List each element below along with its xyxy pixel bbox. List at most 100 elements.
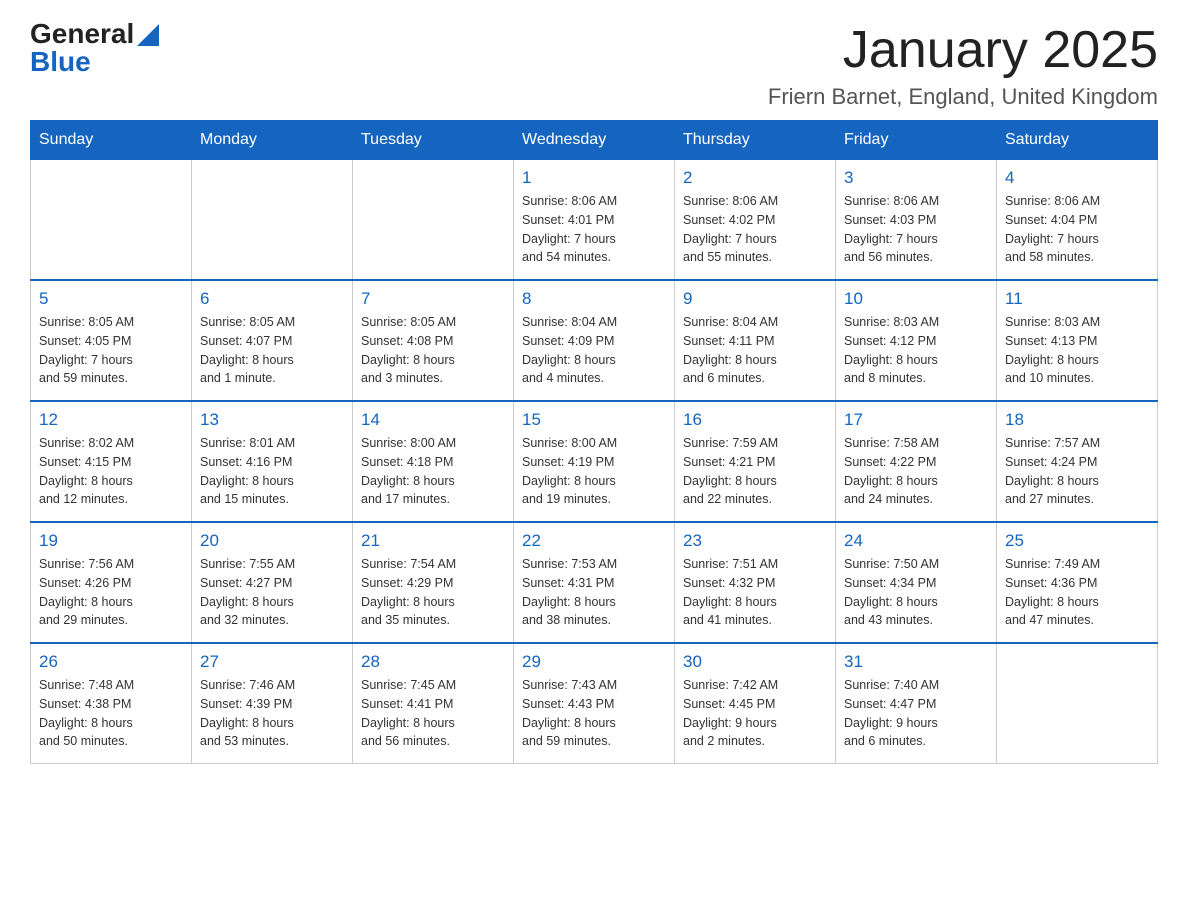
calendar-cell: 20 Sunrise: 7:55 AMSunset: 4:27 PMDayligh… xyxy=(192,522,353,643)
day-info: Sunrise: 7:56 AMSunset: 4:26 PMDaylight:… xyxy=(39,555,183,630)
day-number: 21 xyxy=(361,531,505,551)
calendar-cell: 25 Sunrise: 7:49 AMSunset: 4:36 PMDayligh… xyxy=(997,522,1158,643)
calendar-cell: 4 Sunrise: 8:06 AMSunset: 4:04 PMDaylight… xyxy=(997,160,1158,281)
calendar-cell xyxy=(997,643,1158,764)
day-number: 14 xyxy=(361,410,505,430)
day-info: Sunrise: 7:57 AMSunset: 4:24 PMDaylight:… xyxy=(1005,434,1149,509)
day-info: Sunrise: 7:54 AMSunset: 4:29 PMDaylight:… xyxy=(361,555,505,630)
day-info: Sunrise: 7:50 AMSunset: 4:34 PMDaylight:… xyxy=(844,555,988,630)
header-monday: Monday xyxy=(192,121,353,160)
calendar-week-row: 19 Sunrise: 7:56 AMSunset: 4:26 PMDayligh… xyxy=(31,522,1158,643)
day-info: Sunrise: 7:53 AMSunset: 4:31 PMDaylight:… xyxy=(522,555,666,630)
calendar-cell: 19 Sunrise: 7:56 AMSunset: 4:26 PMDayligh… xyxy=(31,522,192,643)
calendar-week-row: 5 Sunrise: 8:05 AMSunset: 4:05 PMDaylight… xyxy=(31,280,1158,401)
calendar-cell xyxy=(353,160,514,281)
logo-general-text: General xyxy=(30,20,134,48)
calendar-cell: 18 Sunrise: 7:57 AMSunset: 4:24 PMDayligh… xyxy=(997,401,1158,522)
day-info: Sunrise: 8:03 AMSunset: 4:13 PMDaylight:… xyxy=(1005,313,1149,388)
day-number: 2 xyxy=(683,168,827,188)
header-thursday: Thursday xyxy=(675,121,836,160)
calendar-cell: 28 Sunrise: 7:45 AMSunset: 4:41 PMDayligh… xyxy=(353,643,514,764)
day-info: Sunrise: 7:49 AMSunset: 4:36 PMDaylight:… xyxy=(1005,555,1149,630)
day-number: 7 xyxy=(361,289,505,309)
day-number: 6 xyxy=(200,289,344,309)
calendar-cell xyxy=(31,160,192,281)
day-number: 3 xyxy=(844,168,988,188)
calendar-cell xyxy=(192,160,353,281)
logo: General Blue xyxy=(30,20,159,76)
header-friday: Friday xyxy=(836,121,997,160)
day-number: 16 xyxy=(683,410,827,430)
calendar-cell: 3 Sunrise: 8:06 AMSunset: 4:03 PMDaylight… xyxy=(836,160,997,281)
day-number: 11 xyxy=(1005,289,1149,309)
calendar-week-row: 26 Sunrise: 7:48 AMSunset: 4:38 PMDayligh… xyxy=(31,643,1158,764)
day-number: 1 xyxy=(522,168,666,188)
day-number: 31 xyxy=(844,652,988,672)
day-info: Sunrise: 7:51 AMSunset: 4:32 PMDaylight:… xyxy=(683,555,827,630)
calendar-cell: 9Sunrise: 8:04 AMSunset: 4:11 PMDaylight… xyxy=(675,280,836,401)
day-info: Sunrise: 7:45 AMSunset: 4:41 PMDaylight:… xyxy=(361,676,505,751)
header-sunday: Sunday xyxy=(31,121,192,160)
day-number: 18 xyxy=(1005,410,1149,430)
day-info: Sunrise: 8:03 AMSunset: 4:12 PMDaylight:… xyxy=(844,313,988,388)
day-number: 17 xyxy=(844,410,988,430)
calendar-location: Friern Barnet, England, United Kingdom xyxy=(768,84,1158,110)
calendar-cell: 31 Sunrise: 7:40 AMSunset: 4:47 PMDayligh… xyxy=(836,643,997,764)
calendar-cell: 30 Sunrise: 7:42 AMSunset: 4:45 PMDayligh… xyxy=(675,643,836,764)
title-area: January 2025 Friern Barnet, England, Uni… xyxy=(768,20,1158,110)
day-info: Sunrise: 8:06 AMSunset: 4:04 PMDaylight:… xyxy=(1005,192,1149,267)
day-number: 12 xyxy=(39,410,183,430)
day-number: 23 xyxy=(683,531,827,551)
logo-triangle-icon xyxy=(137,24,159,46)
day-number: 27 xyxy=(200,652,344,672)
day-info: Sunrise: 8:06 AMSunset: 4:03 PMDaylight:… xyxy=(844,192,988,267)
day-number: 5 xyxy=(39,289,183,309)
calendar-cell: 10Sunrise: 8:03 AMSunset: 4:12 PMDayligh… xyxy=(836,280,997,401)
day-number: 15 xyxy=(522,410,666,430)
calendar-cell: 13Sunrise: 8:01 AMSunset: 4:16 PMDayligh… xyxy=(192,401,353,522)
day-info: Sunrise: 8:05 AMSunset: 4:05 PMDaylight:… xyxy=(39,313,183,388)
header-tuesday: Tuesday xyxy=(353,121,514,160)
day-info: Sunrise: 7:48 AMSunset: 4:38 PMDaylight:… xyxy=(39,676,183,751)
day-number: 26 xyxy=(39,652,183,672)
calendar-cell: 27 Sunrise: 7:46 AMSunset: 4:39 PMDayligh… xyxy=(192,643,353,764)
day-number: 29 xyxy=(522,652,666,672)
header-saturday: Saturday xyxy=(997,121,1158,160)
day-info: Sunrise: 8:05 AMSunset: 4:08 PMDaylight:… xyxy=(361,313,505,388)
header: General Blue January 2025 Friern Barnet,… xyxy=(30,20,1158,110)
day-number: 22 xyxy=(522,531,666,551)
calendar-cell: 5 Sunrise: 8:05 AMSunset: 4:05 PMDaylight… xyxy=(31,280,192,401)
calendar-cell: 2 Sunrise: 8:06 AMSunset: 4:02 PMDaylight… xyxy=(675,160,836,281)
day-number: 19 xyxy=(39,531,183,551)
calendar-cell: 17Sunrise: 7:58 AMSunset: 4:22 PMDayligh… xyxy=(836,401,997,522)
day-info: Sunrise: 7:40 AMSunset: 4:47 PMDaylight:… xyxy=(844,676,988,751)
day-info: Sunrise: 8:00 AMSunset: 4:18 PMDaylight:… xyxy=(361,434,505,509)
day-info: Sunrise: 8:02 AMSunset: 4:15 PMDaylight:… xyxy=(39,434,183,509)
calendar-cell: 23 Sunrise: 7:51 AMSunset: 4:32 PMDayligh… xyxy=(675,522,836,643)
day-number: 4 xyxy=(1005,168,1149,188)
day-info: Sunrise: 7:59 AMSunset: 4:21 PMDaylight:… xyxy=(683,434,827,509)
day-number: 13 xyxy=(200,410,344,430)
calendar-table: Sunday Monday Tuesday Wednesday Thursday… xyxy=(30,120,1158,764)
calendar-cell: 16 Sunrise: 7:59 AMSunset: 4:21 PMDayligh… xyxy=(675,401,836,522)
calendar-cell: 29Sunrise: 7:43 AMSunset: 4:43 PMDayligh… xyxy=(514,643,675,764)
calendar-cell: 26 Sunrise: 7:48 AMSunset: 4:38 PMDayligh… xyxy=(31,643,192,764)
calendar-cell: 22 Sunrise: 7:53 AMSunset: 4:31 PMDayligh… xyxy=(514,522,675,643)
day-info: Sunrise: 8:06 AMSunset: 4:01 PMDaylight:… xyxy=(522,192,666,267)
weekday-header-row: Sunday Monday Tuesday Wednesday Thursday… xyxy=(31,121,1158,160)
calendar-cell: 24 Sunrise: 7:50 AMSunset: 4:34 PMDayligh… xyxy=(836,522,997,643)
day-number: 9 xyxy=(683,289,827,309)
day-number: 25 xyxy=(1005,531,1149,551)
day-number: 20 xyxy=(200,531,344,551)
calendar-week-row: 1 Sunrise: 8:06 AMSunset: 4:01 PMDaylight… xyxy=(31,160,1158,281)
day-number: 24 xyxy=(844,531,988,551)
day-info: Sunrise: 7:55 AMSunset: 4:27 PMDaylight:… xyxy=(200,555,344,630)
calendar-cell: 15 Sunrise: 8:00 AMSunset: 4:19 PMDayligh… xyxy=(514,401,675,522)
day-info: Sunrise: 7:42 AMSunset: 4:45 PMDaylight:… xyxy=(683,676,827,751)
day-number: 30 xyxy=(683,652,827,672)
day-info: Sunrise: 8:06 AMSunset: 4:02 PMDaylight:… xyxy=(683,192,827,267)
day-number: 28 xyxy=(361,652,505,672)
day-info: Sunrise: 8:00 AMSunset: 4:19 PMDaylight:… xyxy=(522,434,666,509)
day-info: Sunrise: 8:04 AMSunset: 4:09 PMDaylight:… xyxy=(522,313,666,388)
day-info: Sunrise: 7:46 AMSunset: 4:39 PMDaylight:… xyxy=(200,676,344,751)
